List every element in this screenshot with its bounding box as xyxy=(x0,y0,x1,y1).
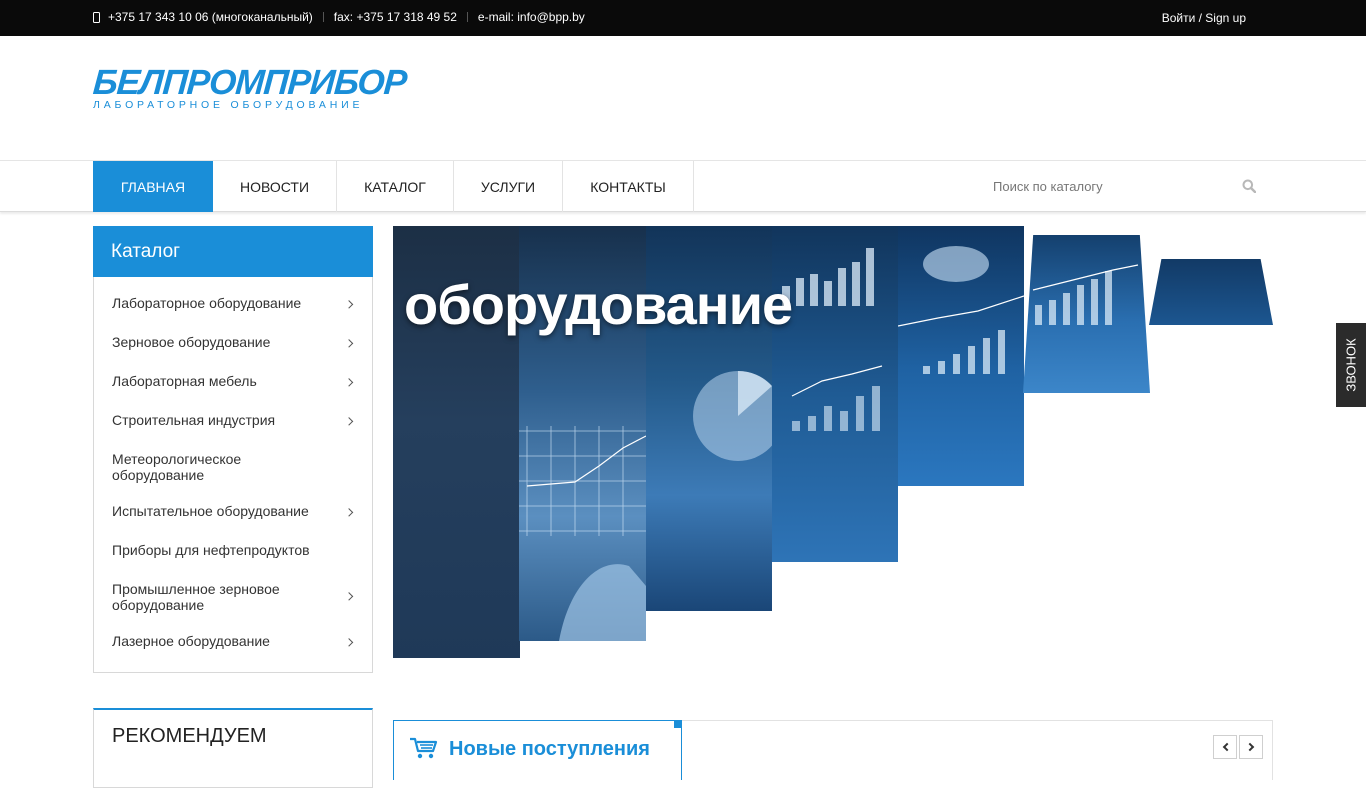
nav-item-news[interactable]: НОВОСТИ xyxy=(213,161,337,212)
logo-main-text: БЕЛПРОМПРИБОР xyxy=(91,63,408,102)
chevron-right-icon xyxy=(1245,742,1255,752)
carousel-arrows xyxy=(1213,735,1263,759)
slider-slice xyxy=(1149,259,1273,325)
top-bar: +375 17 343 10 06 (многоканальный) fax: … xyxy=(0,0,1366,36)
signup-link[interactable]: Sign up xyxy=(1205,11,1246,25)
new-arrivals-tab[interactable]: Новые поступления xyxy=(393,720,682,780)
chevron-right-icon xyxy=(344,416,354,426)
catalog-search xyxy=(993,161,1268,212)
catalog-item-lab-equipment[interactable]: Лабораторное оборудование xyxy=(94,285,372,324)
callback-tab[interactable]: ЗВОНОК xyxy=(1336,323,1366,407)
catalog-item-meteorological[interactable]: Метеорологическое оборудование xyxy=(94,441,372,493)
catalog-list: Лабораторное оборудование Зерновое обору… xyxy=(93,277,373,673)
tab-corner-marker xyxy=(674,720,682,728)
catalog-item-industrial-grain[interactable]: Промышленное зерновое оборудование xyxy=(94,571,372,623)
catalog-item-label: Лазерное оборудование xyxy=(112,633,270,649)
catalog-item-label: Строительная индустрия xyxy=(112,412,276,428)
new-arrivals-title: Новые поступления xyxy=(449,738,650,760)
chevron-left-icon xyxy=(1222,742,1232,752)
carousel-prev-button[interactable] xyxy=(1213,735,1237,759)
header: БЕЛПРОМПРИБОР ЛАБОРАТОРНОЕ ОБОРУДОВАНИЕ xyxy=(0,36,1366,160)
chevron-right-icon xyxy=(344,592,354,601)
slider-slice xyxy=(1023,235,1150,393)
auth-links: Войти / Sign up xyxy=(1162,11,1246,25)
catalog-item-label: Метеорологическое оборудование xyxy=(112,451,242,483)
chevron-right-icon xyxy=(344,507,354,517)
fax-number: fax: +375 17 318 49 52 xyxy=(333,10,457,24)
catalog-item-laser[interactable]: Лазерное оборудование xyxy=(94,623,372,662)
catalog-item-oil-instruments[interactable]: Приборы для нефтепродуктов xyxy=(94,532,372,571)
catalog-item-label: Приборы для нефтепродуктов xyxy=(112,542,310,558)
logo[interactable]: БЕЛПРОМПРИБОР ЛАБОРАТОРНОЕ ОБОРУДОВАНИЕ xyxy=(91,63,408,111)
catalog-item-construction[interactable]: Строительная индустрия xyxy=(94,402,372,441)
search-input[interactable] xyxy=(993,161,1223,212)
bar-graphic xyxy=(898,246,1024,374)
catalog-item-label: Лабораторное оборудование xyxy=(112,295,302,311)
catalog-item-label: Лабораторная мебель xyxy=(112,373,257,389)
catalog-sidebar: Каталог Лабораторное оборудование Зернов… xyxy=(93,226,373,673)
chevron-right-icon xyxy=(344,299,354,309)
chevron-right-icon xyxy=(344,377,354,387)
bar-graphic xyxy=(1032,264,1139,325)
contact-info: +375 17 343 10 06 (многоканальный) fax: … xyxy=(93,10,585,24)
chevron-right-icon xyxy=(344,637,354,647)
phone-number[interactable]: +375 17 343 10 06 (многоканальный) xyxy=(108,10,313,24)
cart-icon xyxy=(410,737,438,759)
search-icon[interactable] xyxy=(1242,179,1256,193)
slider-title: оборудование xyxy=(404,273,793,336)
nav-item-services[interactable]: УСЛУГИ xyxy=(454,161,563,212)
new-arrivals-block: Новые поступления xyxy=(393,720,1273,780)
login-link[interactable]: Войти / xyxy=(1162,11,1202,25)
callback-label: ЗВОНОК xyxy=(1343,338,1359,392)
recommend-block: РЕКОМЕНДУЕМ xyxy=(93,708,373,788)
catalog-item-testing[interactable]: Испытательное оборудование xyxy=(94,493,372,532)
catalog-item-label: Промышленное зерновое оборудование xyxy=(112,581,280,613)
navigation-bar: ГЛАВНАЯ НОВОСТИ КАТАЛОГ УСЛУГИ КОНТАКТЫ xyxy=(0,160,1366,212)
separator xyxy=(322,12,324,22)
hero-slider[interactable]: оборудование xyxy=(393,226,1273,666)
slider-slice xyxy=(898,226,1024,486)
email-link[interactable]: e-mail: info@bpp.by xyxy=(478,10,585,24)
nav-item-contacts[interactable]: КОНТАКТЫ xyxy=(563,161,694,212)
phone-icon xyxy=(93,11,100,23)
catalog-item-label: Зерновое оборудование xyxy=(112,334,271,350)
carousel-next-button[interactable] xyxy=(1239,735,1263,759)
catalog-title: Каталог xyxy=(93,226,373,277)
nav-item-catalog[interactable]: КАТАЛОГ xyxy=(337,161,454,212)
nav-item-home[interactable]: ГЛАВНАЯ xyxy=(93,161,213,212)
chevron-right-icon xyxy=(344,338,354,348)
catalog-item-label: Испытательное оборудование xyxy=(112,503,309,519)
catalog-item-grain-equipment[interactable]: Зерновое оборудование xyxy=(94,324,372,363)
separator xyxy=(466,12,468,22)
catalog-item-lab-furniture[interactable]: Лабораторная мебель xyxy=(94,363,372,402)
main-nav: ГЛАВНАЯ НОВОСТИ КАТАЛОГ УСЛУГИ КОНТАКТЫ xyxy=(93,161,694,212)
recommend-title: РЕКОМЕНДУЕМ xyxy=(112,725,267,747)
